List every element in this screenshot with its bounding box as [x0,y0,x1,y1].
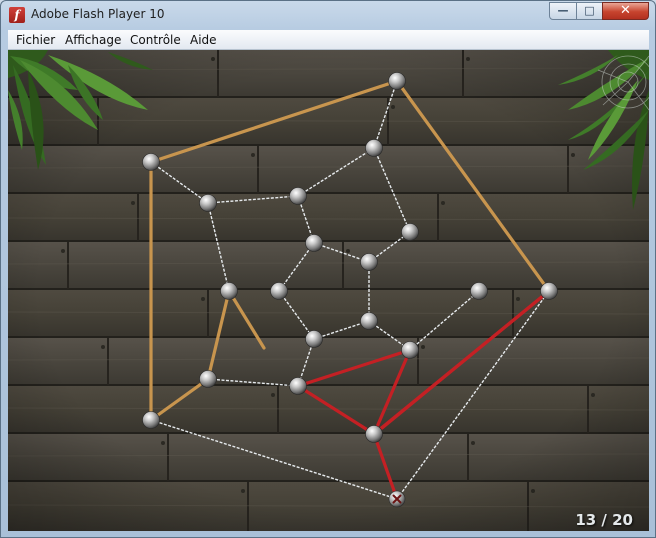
pin[interactable] [365,425,383,443]
maximize-button[interactable]: □ [576,2,603,20]
title-bar[interactable]: f Adobe Flash Player 10 — □ ✕ [1,1,655,29]
pin[interactable] [199,370,217,388]
pin[interactable] [360,253,378,271]
window-title: Adobe Flash Player 10 [31,7,165,21]
flash-app-icon: f [9,7,25,23]
pin[interactable] [199,194,217,212]
pin[interactable] [388,72,406,90]
flash-player-window: f Adobe Flash Player 10 — □ ✕ Fichier Af… [0,0,656,538]
menu-affichage[interactable]: Affichage [65,33,121,47]
pin[interactable] [289,377,307,395]
game-area[interactable]: 13 / 20 [8,50,649,531]
selected-pin[interactable] [388,490,406,508]
menu-fichier[interactable]: Fichier [16,33,55,47]
menu-controle[interactable]: Contrôle [130,33,181,47]
pin[interactable] [470,282,488,300]
pin[interactable] [289,187,307,205]
menu-bar: Fichier Affichage Contrôle Aide [8,30,649,50]
close-button[interactable]: ✕ [602,2,649,20]
pin[interactable] [365,139,383,157]
pin[interactable] [540,282,558,300]
pin[interactable] [401,341,419,359]
pin[interactable] [142,153,160,171]
pin[interactable] [401,223,419,241]
pin[interactable] [305,330,323,348]
game-board[interactable] [8,50,649,531]
pin[interactable] [142,411,160,429]
pin[interactable] [270,282,288,300]
pin[interactable] [220,282,238,300]
level-counter: 13 / 20 [575,511,633,529]
pin[interactable] [305,234,323,252]
pin[interactable] [360,312,378,330]
menu-aide[interactable]: Aide [190,33,217,47]
minimize-button[interactable]: — [549,2,577,20]
